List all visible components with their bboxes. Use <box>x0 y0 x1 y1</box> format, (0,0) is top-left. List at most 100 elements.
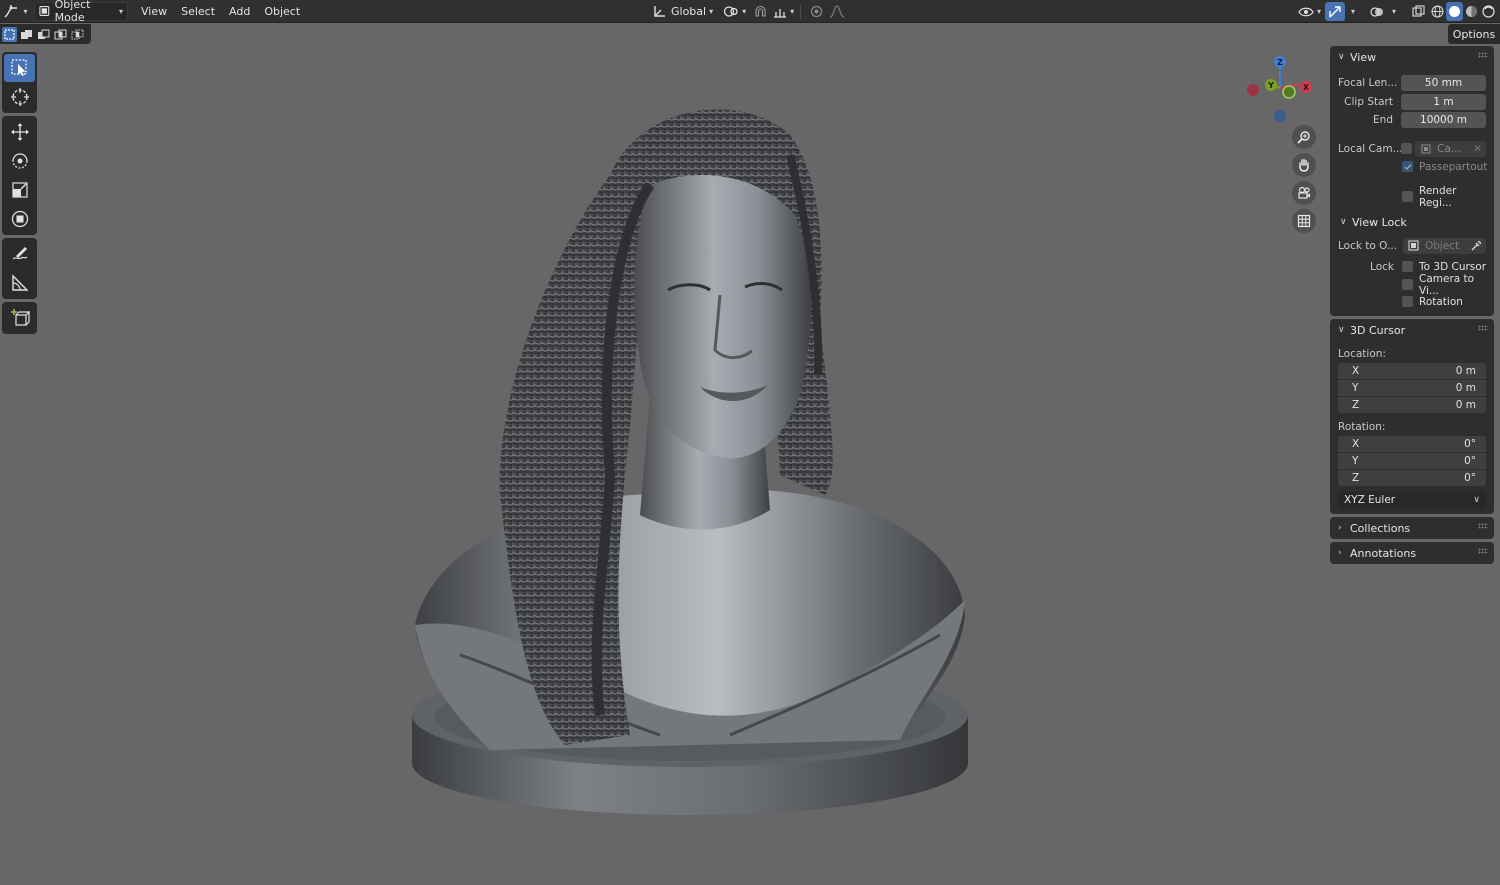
3d-cursor-panel-title: 3D Cursor <box>1350 323 1406 337</box>
menu-select[interactable]: Select <box>174 2 222 21</box>
annotations-panel-title: Annotations <box>1350 546 1417 560</box>
select-box-tool[interactable] <box>4 54 35 82</box>
select-invert-icon <box>54 29 67 39</box>
add-cube-tool[interactable] <box>4 304 35 332</box>
view-panel: ∨ View Focal Len... 50 mm Clip Start 1 m… <box>1330 46 1494 316</box>
editor-type-button[interactable]: ▾ <box>3 2 29 21</box>
navigation-gizmo[interactable]: Z X Y <box>1243 52 1318 127</box>
snap-target-dropdown[interactable]: ▾ <box>771 2 796 21</box>
axis-value: 0 m <box>1455 365 1476 377</box>
camera-icon <box>1298 186 1310 199</box>
collections-panel-header[interactable]: › Collections <box>1330 517 1494 539</box>
lock-rotation-checkbox[interactable] <box>1402 296 1413 307</box>
object-mode-icon <box>39 6 50 16</box>
visibility-dropdown[interactable]: ▾ <box>1296 2 1323 21</box>
select-invert-button[interactable] <box>53 27 68 42</box>
location-x-field[interactable]: X 0 m <box>1338 363 1486 379</box>
location-y-field[interactable]: Y 0 m <box>1338 380 1486 396</box>
proportional-falloff-dropdown[interactable] <box>827 2 849 21</box>
local-camera-checkbox[interactable] <box>1401 143 1412 154</box>
rotation-x-field[interactable]: X 0° <box>1338 436 1486 452</box>
passepartout-checkbox[interactable] <box>1402 161 1413 172</box>
snap-increment-icon <box>774 9 787 18</box>
eye-icon <box>1298 7 1314 16</box>
gizmo-options-dropdown[interactable]: ▾ <box>1345 2 1361 21</box>
rotation-z-field[interactable]: Z 0° <box>1338 470 1486 486</box>
mode-dropdown[interactable]: Object Mode ▾ <box>34 0 128 24</box>
shading-wireframe-button[interactable] <box>1429 2 1446 21</box>
zoom-button[interactable] <box>1292 125 1316 149</box>
sculpture-bust-model[interactable] <box>400 95 990 825</box>
drag-grip-icon[interactable] <box>1478 523 1488 529</box>
camera-view-button[interactable] <box>1292 181 1316 205</box>
measure-tool[interactable] <box>4 269 35 297</box>
chevron-down-icon: ∨ <box>1340 217 1347 227</box>
shading-material-button[interactable] <box>1463 2 1480 21</box>
lock-camera-checkbox[interactable] <box>1402 279 1413 290</box>
passepartout-row[interactable]: Passepartout <box>1338 158 1487 175</box>
clip-start-field[interactable]: 1 m <box>1401 93 1486 110</box>
eyedropper-icon[interactable] <box>1471 240 1482 251</box>
rotate-tool[interactable] <box>4 147 35 175</box>
menu-object[interactable]: Object <box>257 2 307 21</box>
rotation-vector: X 0° Y 0° Z 0° <box>1338 436 1486 486</box>
overlays-toggle[interactable] <box>1367 2 1387 21</box>
sidebar-panel: ∨ View Focal Len... 50 mm Clip Start 1 m… <box>1330 46 1494 567</box>
proportional-edit-toggle[interactable] <box>805 2 827 21</box>
3d-cursor-panel-header[interactable]: ∨ 3D Cursor <box>1330 319 1494 341</box>
pan-button[interactable] <box>1292 153 1316 177</box>
svg-text:Y: Y <box>1267 81 1274 90</box>
clear-icon[interactable]: ✕ <box>1473 143 1482 155</box>
gizmo-toggle[interactable] <box>1325 2 1345 21</box>
options-button[interactable]: Options <box>1448 24 1500 44</box>
annotations-panel-header[interactable]: › Annotations <box>1330 542 1494 564</box>
lock-camera-row[interactable]: Camera to Vi... <box>1338 273 1486 297</box>
focal-length-field[interactable]: 50 mm <box>1401 74 1486 91</box>
select-subtract-button[interactable] <box>36 27 51 42</box>
menu-add[interactable]: Add <box>222 2 257 21</box>
menu-view[interactable]: View <box>134 2 174 21</box>
rotation-y-field[interactable]: Y 0° <box>1338 453 1486 469</box>
select-new-button[interactable] <box>2 26 17 42</box>
scale-tool[interactable] <box>4 176 35 204</box>
pivot-point-dropdown[interactable]: ▾ <box>720 2 749 21</box>
shading-rendered-button[interactable] <box>1480 2 1497 21</box>
cursor-tool[interactable] <box>4 83 35 111</box>
render-region-checkbox[interactable] <box>1402 191 1413 202</box>
solid-sphere-icon <box>1449 6 1460 17</box>
selection-mode-bar <box>0 24 91 44</box>
drag-grip-icon[interactable] <box>1478 325 1488 331</box>
collections-panel-title: Collections <box>1350 521 1411 535</box>
clip-end-field[interactable]: 10000 m <box>1401 111 1486 128</box>
rotation-mode-dropdown[interactable]: XYZ Euler ∨ <box>1338 491 1486 508</box>
chevron-down-icon: ▾ <box>1350 7 1355 16</box>
select-intersect-button[interactable] <box>70 27 85 42</box>
snap-toggle[interactable] <box>749 2 771 21</box>
lock-to-object-field[interactable]: Object <box>1403 237 1486 254</box>
location-z-field[interactable]: Z 0 m <box>1338 397 1486 413</box>
render-region-row[interactable]: Render Regi... <box>1338 185 1486 209</box>
annotate-tool[interactable] <box>4 240 35 268</box>
3d-cursor-icon <box>10 88 29 106</box>
move-tool[interactable] <box>4 118 35 146</box>
gizmo-neg-x-axis[interactable] <box>1247 84 1259 96</box>
viewport-navigation <box>1292 125 1316 233</box>
collections-panel: › Collections <box>1330 517 1494 539</box>
transform-orientation-dropdown[interactable]: Global ▾ <box>650 2 716 21</box>
gizmo-neg-y-axis[interactable] <box>1282 85 1296 99</box>
view-panel-header[interactable]: ∨ View <box>1330 46 1494 68</box>
local-camera-field[interactable]: Ca... ✕ <box>1415 140 1486 157</box>
view-lock-header[interactable]: ∨ View Lock <box>1330 211 1494 233</box>
drag-grip-icon[interactable] <box>1478 548 1488 554</box>
shading-solid-button[interactable] <box>1446 2 1463 21</box>
overlays-dropdown[interactable]: ▾ <box>1387 2 1401 21</box>
perspective-toggle-button[interactable] <box>1292 209 1316 233</box>
drag-grip-icon[interactable] <box>1478 52 1488 58</box>
select-extend-button[interactable] <box>19 27 34 42</box>
transform-tool[interactable] <box>4 205 35 233</box>
gizmo-neg-z-axis[interactable] <box>1274 110 1286 122</box>
xray-toggle[interactable] <box>1407 2 1429 21</box>
lock-to-cursor-checkbox[interactable] <box>1402 261 1413 272</box>
svg-text:X: X <box>1303 83 1310 92</box>
chevron-down-icon: ▾ <box>709 7 714 16</box>
